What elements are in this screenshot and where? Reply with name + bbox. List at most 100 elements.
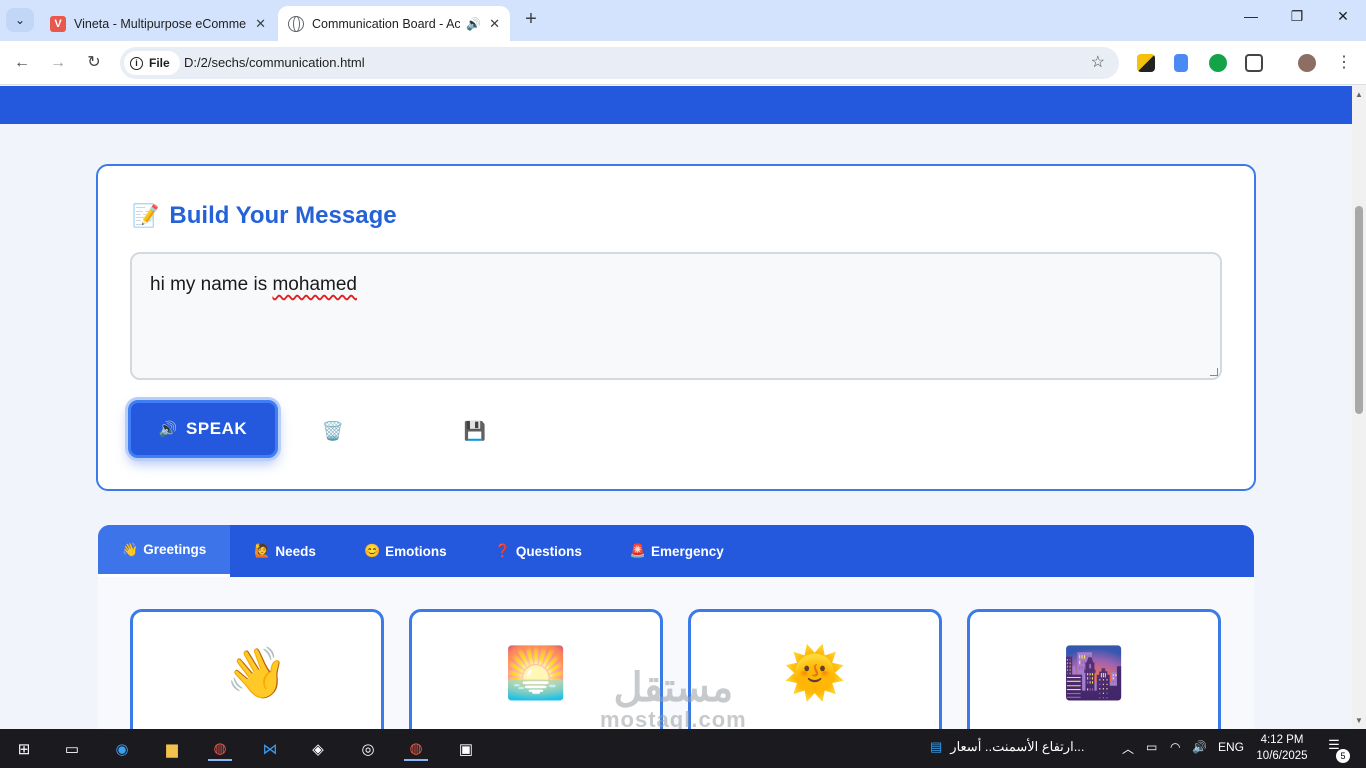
tab-label: Greetings — [143, 542, 207, 557]
system-clock[interactable]: 4:12 PM 10/6/2025 — [1252, 732, 1312, 764]
windows-taskbar: ⊞ ▭ ◉ ▆ ◍ ⋈ ◈ ◎ ◍ ▣ ▤ ارتفاع الأسمنت.. أ… — [0, 729, 1366, 768]
window-close-icon[interactable]: ✕ — [1320, 8, 1366, 25]
tab-search-button[interactable]: ⌄ — [6, 8, 34, 32]
smiling-face-icon: 😊 — [363, 543, 381, 558]
scroll-down-icon[interactable]: ▼ — [1355, 716, 1363, 725]
category-tabs: 👋 Greetings 🙋 Needs 😊 Emotions ❓ Questio… — [98, 525, 1254, 577]
question-mark-icon: ❓ — [494, 543, 511, 558]
resize-handle[interactable] — [1210, 368, 1218, 376]
restore-icon[interactable]: ❐ — [1274, 8, 1320, 25]
phrase-card-wave[interactable]: 👋 — [130, 609, 384, 729]
notification-badge: 5 — [1336, 749, 1350, 763]
notification-center-icon[interactable]: ☰ 5 — [1322, 737, 1350, 763]
url-text[interactable]: D:/2/sechs/communication.html — [184, 55, 365, 70]
message-composer: 📝 Build Your Message hi my name is moham… — [96, 164, 1256, 491]
waving-hand-icon: 👋 — [122, 541, 139, 557]
speak-button[interactable]: 🔊 SPEAK — [128, 400, 278, 458]
language-indicator[interactable]: ENG — [1218, 740, 1244, 754]
phrase-card-sunrise[interactable]: 🌅 — [409, 609, 663, 729]
address-bar[interactable]: i File D:/2/sechs/communication.html ☆ — [120, 47, 1119, 79]
vscode-icon[interactable]: ⋈ — [258, 737, 282, 761]
clock-date: 10/6/2025 — [1256, 750, 1308, 762]
wifi-icon[interactable]: ◠ — [1170, 740, 1180, 754]
browser-toolbar: ← → ↻ i File D:/2/sechs/communication.ht… — [0, 41, 1366, 85]
tray-chevron-icon[interactable]: ︿ — [1122, 740, 1134, 757]
misspelled-word: mohamed — [272, 274, 357, 295]
category-panel: 👋 Greetings 🙋 Needs 😊 Emotions ❓ Questio… — [98, 525, 1254, 729]
tab-label: Emotions — [385, 543, 447, 559]
extensions-puzzle-icon[interactable] — [1245, 54, 1263, 72]
message-text: hi my name is mohamed — [150, 274, 357, 296]
chrome-profile-icon[interactable]: ◍ — [404, 737, 428, 761]
site-chip-label: File — [149, 56, 170, 70]
close-icon[interactable]: ✕ — [255, 16, 266, 32]
profile-avatar[interactable] — [1298, 54, 1316, 72]
message-value: hi my name is — [150, 274, 268, 295]
speaker-icon[interactable]: 🔊 — [466, 17, 481, 31]
task-view-icon[interactable]: ▭ — [60, 737, 84, 761]
obs-icon[interactable]: ◎ — [356, 737, 380, 761]
scroll-up-icon[interactable]: ▲ — [1355, 90, 1363, 99]
page-viewport: 📝 Build Your Message hi my name is moham… — [0, 86, 1352, 729]
tab-label: Questions — [515, 543, 582, 559]
scroll-thumb[interactable] — [1355, 206, 1363, 414]
tab-label: Needs — [275, 543, 316, 559]
back-arrow-icon[interactable]: ← — [10, 51, 34, 75]
phrase-card-evening[interactable]: 🌆 — [967, 609, 1221, 729]
minimize-icon[interactable]: — — [1228, 8, 1274, 24]
message-textarea[interactable]: hi my name is mohamed — [130, 252, 1222, 380]
edge-icon[interactable]: ◉ — [110, 737, 134, 761]
siren-icon: 🚨 — [629, 543, 647, 558]
news-widget[interactable]: ▤ ارتفاع الأسمنت.. أسعار... — [930, 739, 1085, 755]
grammarly-icon[interactable] — [1209, 54, 1227, 72]
close-icon[interactable]: ✕ — [489, 16, 500, 32]
windows-start-icon[interactable]: ⊞ — [12, 737, 36, 761]
reload-icon[interactable]: ↻ — [82, 51, 106, 75]
tab-title: Vineta - Multipurpose eCommerce — [74, 16, 248, 31]
tab-label: Emergency — [651, 543, 724, 559]
globe-icon — [288, 15, 304, 32]
battery-icon[interactable]: ▭ — [1146, 740, 1157, 754]
header-band — [0, 86, 1352, 124]
site-info-chip[interactable]: i File — [124, 51, 180, 75]
info-icon: i — [130, 56, 143, 70]
sunrise-icon: 🌅 — [504, 645, 568, 701]
clock-time: 4:12 PM — [1260, 734, 1304, 746]
speak-label: SPEAK — [186, 419, 248, 438]
volume-icon[interactable]: 🔊 — [1192, 740, 1207, 754]
browser-tab-vineta[interactable]: V Vineta - Multipurpose eCommerce ✕ — [40, 6, 276, 41]
clear-trash-icon[interactable]: 🗑️ — [318, 416, 348, 446]
new-tab-button[interactable]: + — [520, 8, 542, 32]
tab-needs[interactable]: 🙋 Needs — [230, 525, 340, 577]
tab-emergency[interactable]: 🚨 Emergency — [606, 525, 748, 577]
raising-hand-icon: 🙋 — [254, 543, 271, 558]
forward-arrow-icon[interactable]: → — [46, 51, 70, 75]
browser-tab-bar: ⌄ V Vineta - Multipurpose eCommerce ✕ Co… — [0, 0, 1366, 41]
kebab-menu-icon[interactable]: ⋮ — [1332, 51, 1356, 75]
save-floppy-icon[interactable]: 💾 — [460, 416, 490, 446]
terminal-icon[interactable]: ▣ — [454, 737, 478, 761]
extension-color-icon[interactable] — [1137, 54, 1155, 72]
tab-questions[interactable]: ❓ Questions — [471, 525, 606, 577]
chrome-icon[interactable]: ◍ — [208, 737, 232, 761]
composer-title: 📝 Build Your Message — [132, 202, 397, 230]
memo-icon: 📝 — [132, 203, 160, 228]
extension-phone-icon[interactable] — [1174, 54, 1188, 72]
news-icon: ▤ — [930, 739, 943, 754]
waving-hand-icon: 👋 — [225, 645, 289, 701]
sun-icon: 🌞 — [783, 645, 847, 701]
speaker-icon: 🔊 — [158, 421, 179, 438]
phrase-card-sun[interactable]: 🌞 — [688, 609, 942, 729]
tab-title: Communication Board - Accessible — [312, 16, 461, 31]
file-explorer-icon[interactable]: ▆ — [160, 737, 184, 761]
app-cube-icon[interactable]: ◈ — [306, 737, 330, 761]
browser-tab-communication-board[interactable]: Communication Board - Accessible 🔊 ✕ — [278, 6, 510, 41]
news-headline: ارتفاع الأسمنت.. أسعار... — [950, 739, 1085, 754]
tab-greetings[interactable]: 👋 Greetings — [98, 525, 231, 577]
vineta-favicon-icon: V — [50, 15, 66, 32]
bookmark-star-icon[interactable]: ☆ — [1091, 52, 1105, 72]
composer-title-text: Build Your Message — [169, 202, 397, 229]
tab-emotions[interactable]: 😊 Emotions — [340, 525, 471, 577]
city-dusk-icon: 🌆 — [1062, 645, 1126, 701]
page-scrollbar[interactable]: ▲ ▼ — [1352, 86, 1366, 729]
